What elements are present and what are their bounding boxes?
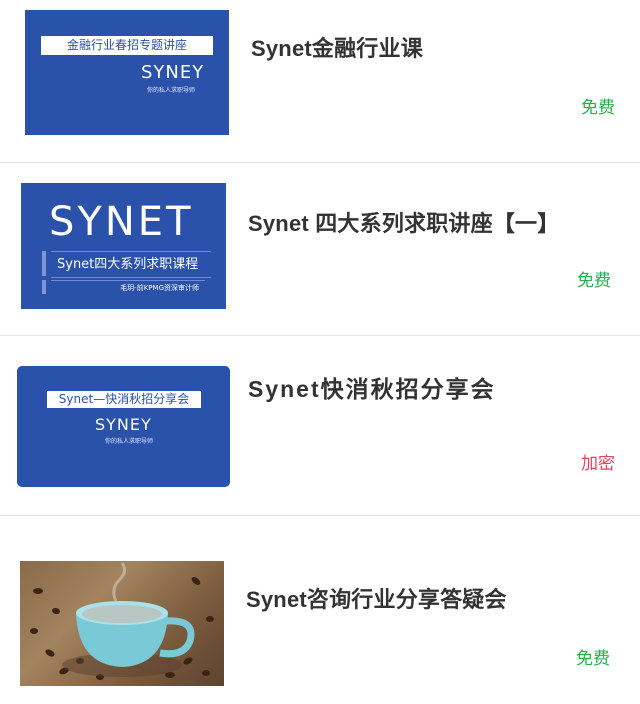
price-badge: 免费 xyxy=(577,271,611,290)
thumbnail-banner: Synet—快消秋招分享会 xyxy=(47,391,201,408)
thumbnail-tagline: 你的私人求职导师 xyxy=(147,87,196,94)
accent-bar xyxy=(42,280,46,294)
synet-logo: SYNEY xyxy=(141,62,205,83)
course-thumbnail: Synet—快消秋招分享会 SYNEY 你的私人求职导师 xyxy=(17,366,230,487)
locked-badge: 加密 xyxy=(581,454,615,473)
synet-logo: SYNEY xyxy=(95,415,152,434)
course-title[interactable]: Synet咨询行业分享答疑会 xyxy=(246,582,507,614)
coffee-cup-photo xyxy=(20,561,224,686)
accent-bar xyxy=(42,251,46,276)
price-badge: 免费 xyxy=(581,98,615,117)
price-badge: 免费 xyxy=(576,649,610,668)
thumbnail-banner: 金融行业春招专题讲座 xyxy=(41,36,213,55)
course-title[interactable]: Synet快消秋招分享会 xyxy=(248,370,496,404)
course-item[interactable]: 金融行业春招专题讲座 SYNEY 你的私人求职导师 Synet金融行业课 免费 xyxy=(0,0,640,162)
course-title[interactable]: Synet金融行业课 xyxy=(251,31,423,63)
coffee-photo-art xyxy=(30,562,214,680)
thumbnail-course-label: Synet四大系列求职课程 xyxy=(51,251,211,278)
course-thumbnail: 金融行业春招专题讲座 SYNEY 你的私人求职导师 xyxy=(25,10,229,135)
course-item[interactable]: SYNET Synet四大系列求职课程 毛玥-前KPMG资深审计师 Synet … xyxy=(0,163,640,335)
thumbnail-lecturer: 毛玥-前KPMG资深审计师 xyxy=(51,280,205,294)
course-item[interactable]: Synet—快消秋招分享会 SYNEY 你的私人求职导师 Synet快消秋招分享… xyxy=(0,336,640,515)
thumbnail-tagline: 你的私人求职导师 xyxy=(105,438,154,445)
course-thumbnail: SYNET Synet四大系列求职课程 毛玥-前KPMG资深审计师 xyxy=(21,183,226,309)
course-title[interactable]: Synet 四大系列求职讲座【一】 xyxy=(248,206,559,238)
synet-logo: SYNET xyxy=(49,199,194,245)
course-item[interactable]: Synet咨询行业分享答疑会 免费 xyxy=(0,516,640,704)
